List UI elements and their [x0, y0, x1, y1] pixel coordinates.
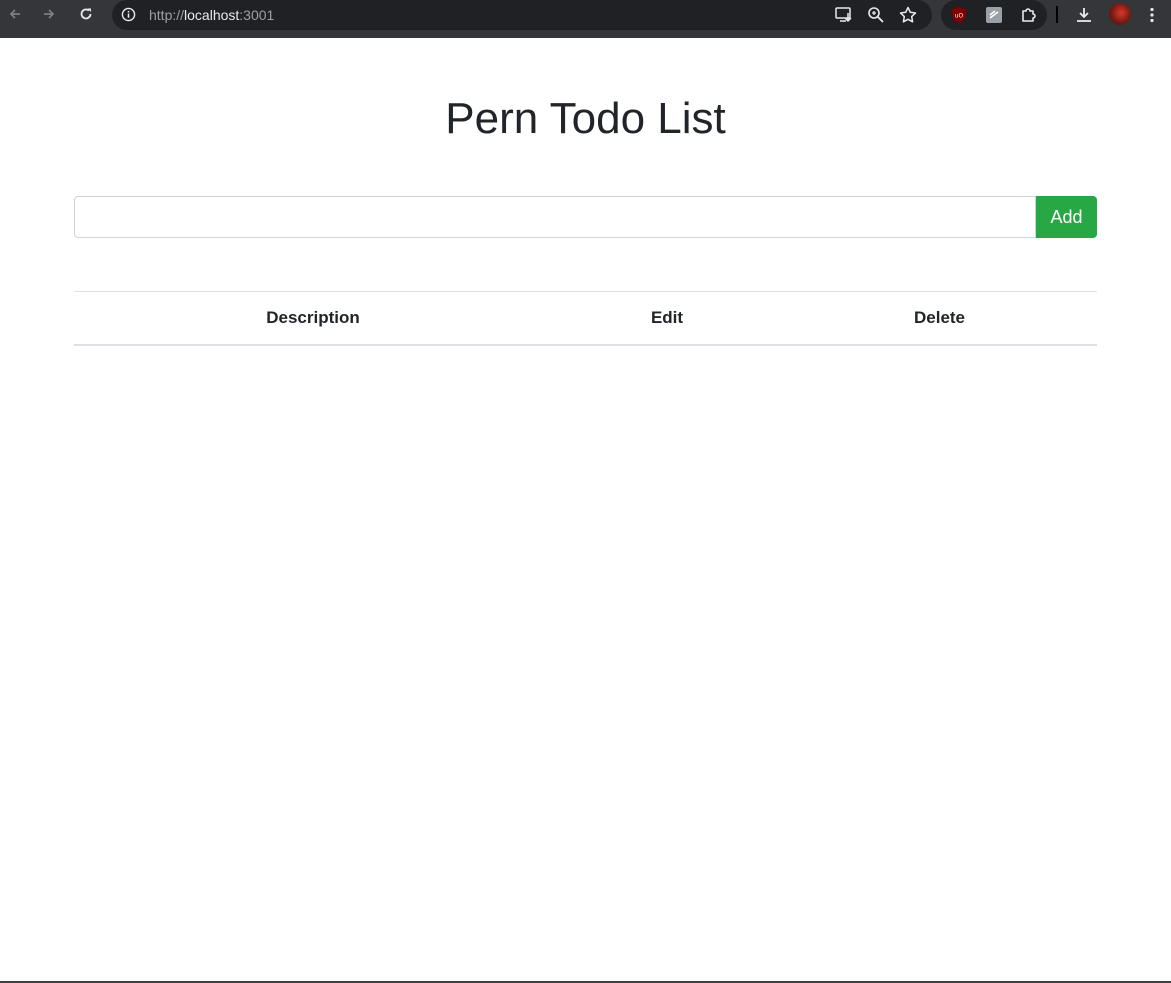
address-bar[interactable]: http://localhost:3001: [112, 0, 932, 30]
column-header-edit: Edit: [552, 291, 782, 346]
forward-arrow-icon[interactable]: [38, 3, 60, 25]
bookmark-star-icon[interactable]: [898, 5, 918, 30]
zoom-icon[interactable]: [866, 5, 886, 30]
todo-description-input[interactable]: [74, 196, 1036, 238]
header-row: Description Edit Delete: [74, 291, 1097, 346]
extensions-area: uO: [941, 0, 1047, 30]
svg-text:uO: uO: [955, 13, 964, 20]
page-title: Pern Todo List: [445, 94, 726, 143]
url-text[interactable]: http://localhost:3001: [149, 6, 274, 24]
profile-avatar[interactable]: [1109, 3, 1131, 25]
column-header-description: Description: [74, 291, 552, 346]
browser-toolbar: http://localhost:3001 uO: [0, 0, 1171, 38]
reload-icon[interactable]: [75, 3, 97, 25]
site-info-icon[interactable]: [121, 7, 136, 27]
download-icon[interactable]: [1074, 5, 1094, 30]
extensions-puzzle-icon[interactable]: [1019, 5, 1039, 30]
url-scheme: http://: [149, 7, 185, 23]
todo-table: Description Edit Delete: [74, 291, 1097, 346]
todo-table-header: Description Edit Delete: [74, 291, 1097, 346]
back-arrow-icon[interactable]: [4, 3, 26, 25]
column-header-delete: Delete: [782, 291, 1097, 346]
install-app-icon[interactable]: [834, 5, 854, 30]
url-host: localhost: [184, 7, 240, 23]
gray-extension-icon[interactable]: [984, 5, 1004, 30]
toolbar-separator: [1056, 6, 1058, 23]
url-port: :3001: [239, 7, 275, 23]
add-button[interactable]: Add: [1036, 196, 1097, 238]
ublock-extension-icon[interactable]: uO: [949, 5, 969, 30]
kebab-menu-icon[interactable]: [1142, 5, 1162, 30]
